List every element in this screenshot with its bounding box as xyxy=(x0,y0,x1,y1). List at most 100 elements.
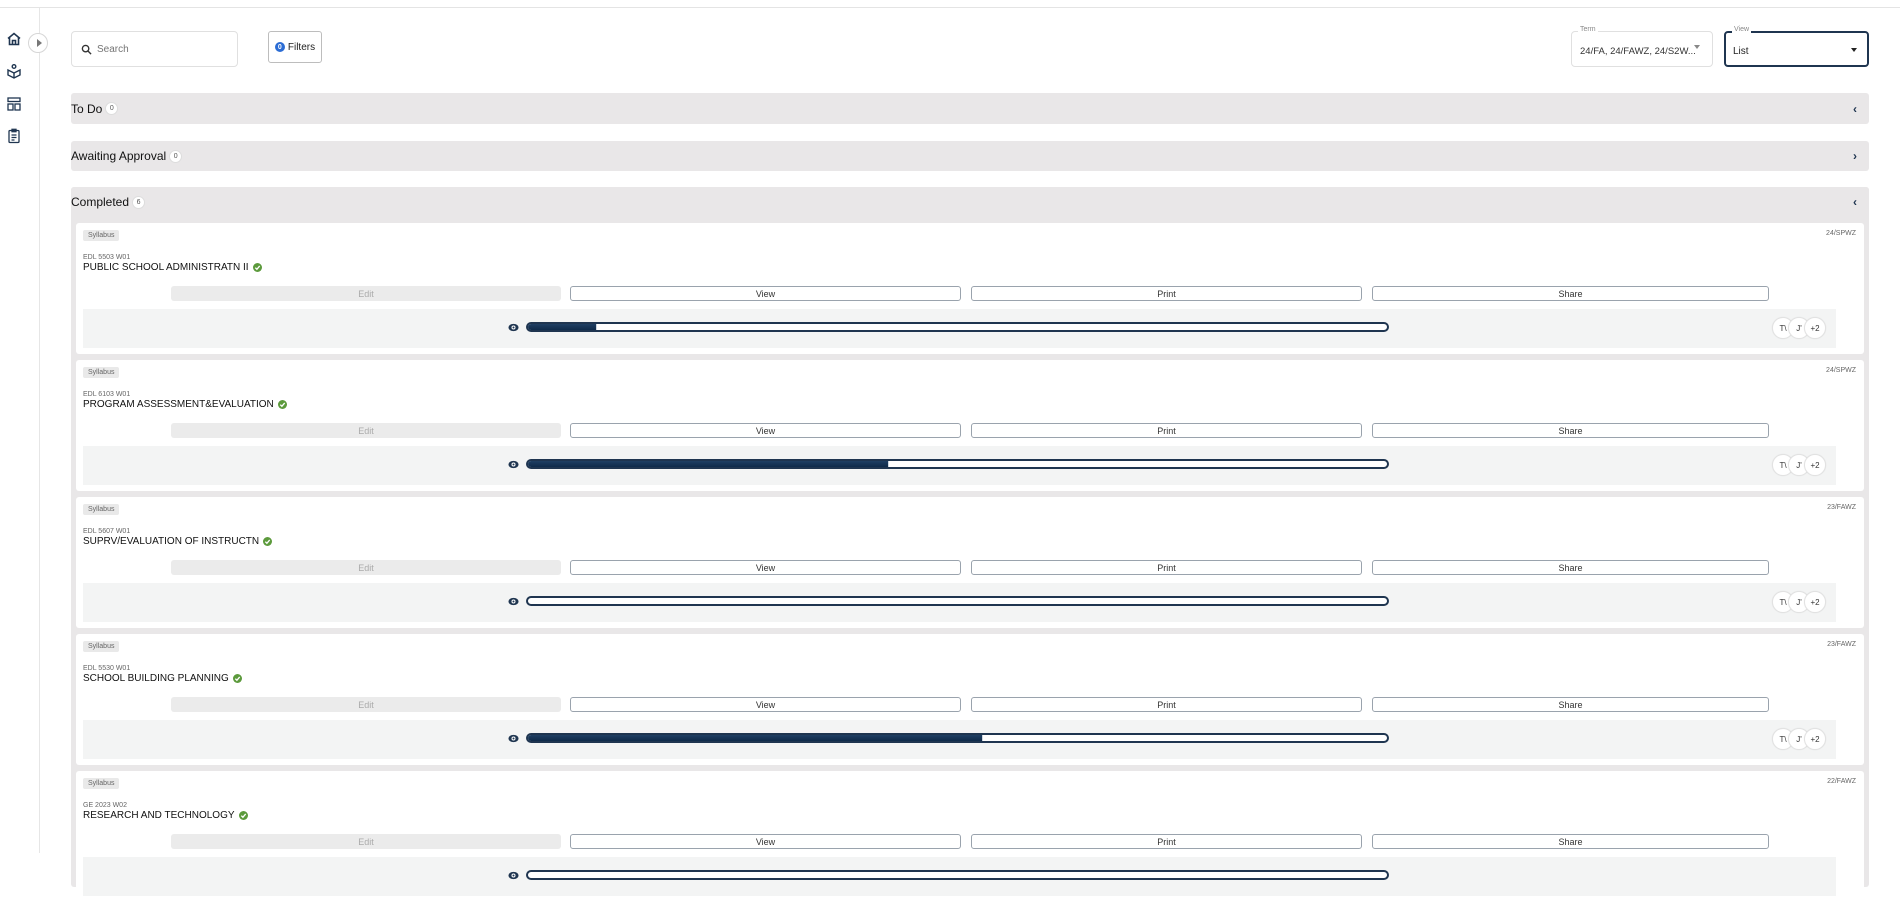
course-name-text: PROGRAM ASSESSMENT&EVALUATION xyxy=(83,399,274,410)
section-to-do[interactable]: To Do 0 ‹ xyxy=(71,93,1869,124)
progress-bar xyxy=(526,733,1389,743)
course-name: PROGRAM ASSESSMENT&EVALUATION xyxy=(83,399,287,410)
avatar[interactable]: +2 xyxy=(1804,454,1826,476)
course-code: EDL 5607 W01 xyxy=(83,528,131,535)
section-awaiting-approval[interactable]: Awaiting Approval 0 › xyxy=(71,141,1869,171)
term-code: 22/FAWZ xyxy=(1827,778,1856,785)
verified-check-icon xyxy=(232,674,242,683)
avatar-group[interactable]: T\ J' +2 xyxy=(1772,317,1826,339)
edit-button[interactable]: Edit xyxy=(171,834,561,849)
chevron-right-icon xyxy=(36,39,42,47)
print-button[interactable]: Print xyxy=(971,834,1362,849)
syllabus-card: Syllabus 22/FAWZ GE 2023 W02 RESEARCH AN… xyxy=(76,771,1864,902)
filters-count-badge: 0 xyxy=(274,42,285,52)
type-tag: Syllabus xyxy=(83,504,120,515)
caret-down-icon xyxy=(1694,45,1700,49)
course-name: SCHOOL BUILDING PLANNING xyxy=(83,673,242,684)
view-button[interactable]: View xyxy=(570,423,961,438)
progress-fill xyxy=(528,324,597,330)
view-select[interactable]: View List xyxy=(1724,26,1869,67)
verified-check-icon xyxy=(252,263,262,272)
progress-bar xyxy=(526,459,1389,469)
term-select[interactable]: Term 24/FA, 24/FAWZ, 24/S2W... xyxy=(1571,26,1713,67)
print-button[interactable]: Print xyxy=(971,286,1362,301)
section-completed-header[interactable]: Completed 6 ‹ xyxy=(71,187,1869,217)
view-label: View xyxy=(1732,26,1752,33)
syllabus-card: Syllabus 24/SPWZ EDL 6103 W01 PROGRAM AS… xyxy=(76,360,1864,491)
caret-down-icon xyxy=(1851,48,1857,52)
progress-tray: T\ J' +2 xyxy=(83,309,1836,348)
view-button[interactable]: View xyxy=(570,697,961,712)
course-name: RESEARCH AND TECHNOLOGY xyxy=(83,810,248,821)
type-tag: Syllabus xyxy=(83,778,120,789)
layout-icon[interactable] xyxy=(6,96,22,112)
progress-bar xyxy=(526,596,1389,606)
course-name-text: RESEARCH AND TECHNOLOGY xyxy=(83,810,235,821)
eye-icon xyxy=(508,734,519,743)
share-button[interactable]: Share xyxy=(1372,834,1769,849)
progress-tray: T\ J' +2 xyxy=(83,446,1836,485)
term-code: 23/FAWZ xyxy=(1827,504,1856,511)
print-button[interactable]: Print xyxy=(971,697,1362,712)
share-button[interactable]: Share xyxy=(1372,423,1769,438)
print-button[interactable]: Print xyxy=(971,560,1362,575)
progress-bar xyxy=(526,870,1389,880)
course-name-text: SUPRV/EVALUATION OF INSTRUCTN xyxy=(83,536,260,547)
share-button[interactable]: Share xyxy=(1372,697,1769,712)
term-code: 24/SPWZ xyxy=(1826,230,1856,237)
section-title: Completed xyxy=(71,195,130,209)
view-button[interactable]: View xyxy=(570,286,961,301)
chevron-left-icon[interactable]: ‹ xyxy=(1853,102,1857,116)
filters-button[interactable]: 0 Filters xyxy=(268,31,322,63)
sidebar xyxy=(0,8,40,853)
share-button[interactable]: Share xyxy=(1372,560,1769,575)
section-count: 6 xyxy=(132,195,146,209)
top-bar xyxy=(0,0,1900,8)
search-box[interactable] xyxy=(71,31,238,67)
view-value: List xyxy=(1733,46,1749,57)
verified-check-icon xyxy=(238,811,248,820)
eye-icon xyxy=(508,323,519,332)
edit-button[interactable]: Edit xyxy=(171,560,561,575)
edit-button[interactable]: Edit xyxy=(171,697,561,712)
verified-check-icon xyxy=(263,537,273,546)
syllabus-card: Syllabus 23/FAWZ EDL 5607 W01 SUPRV/EVAL… xyxy=(76,497,1864,628)
avatar[interactable]: +2 xyxy=(1804,591,1826,613)
expand-sidebar-button[interactable] xyxy=(28,33,48,53)
term-code: 23/FAWZ xyxy=(1827,641,1856,648)
term-value: 24/FA, 24/FAWZ, 24/S2W... xyxy=(1580,46,1696,57)
syllabus-card: Syllabus 23/FAWZ EDL 5530 W01 SCHOOL BUI… xyxy=(76,634,1864,765)
course-code: EDL 5530 W01 xyxy=(83,665,131,672)
eye-icon xyxy=(508,871,519,880)
avatar-group[interactable]: T\ J' +2 xyxy=(1772,454,1826,476)
clipboard-icon[interactable] xyxy=(6,128,22,144)
avatar-group[interactable]: T\ J' +2 xyxy=(1772,728,1826,750)
progress-tray: T\ J' +2 xyxy=(83,583,1836,622)
eye-icon xyxy=(508,460,519,469)
course-name-text: SCHOOL BUILDING PLANNING xyxy=(83,673,229,684)
edit-button[interactable]: Edit xyxy=(171,286,561,301)
avatar-group[interactable]: T\ J' +2 xyxy=(1772,591,1826,613)
view-button[interactable]: View xyxy=(570,560,961,575)
course-code: EDL 6103 W01 xyxy=(83,391,131,398)
chevron-right-icon[interactable]: › xyxy=(1853,149,1857,163)
verified-check-icon xyxy=(277,400,287,409)
progress-fill xyxy=(528,461,889,467)
avatar[interactable]: +2 xyxy=(1804,728,1826,750)
course-code: GE 2023 W02 xyxy=(83,802,127,809)
edit-button[interactable]: Edit xyxy=(171,423,561,438)
share-button[interactable]: Share xyxy=(1372,286,1769,301)
search-input[interactable] xyxy=(97,43,217,55)
chevron-left-icon[interactable]: ‹ xyxy=(1853,195,1857,209)
print-button[interactable]: Print xyxy=(971,423,1362,438)
avatar[interactable]: +2 xyxy=(1804,317,1826,339)
section-completed: Completed 6 ‹ Syllabus 24/SPWZ EDL 5503 … xyxy=(71,187,1869,902)
section-count: 0 xyxy=(105,102,119,115)
filters-label: Filters xyxy=(287,41,316,53)
course-code: EDL 5503 W01 xyxy=(83,254,131,261)
view-button[interactable]: View xyxy=(570,834,961,849)
course-name-text: PUBLIC SCHOOL ADMINISTRATN II xyxy=(83,262,249,273)
home-icon[interactable] xyxy=(6,31,22,47)
type-tag: Syllabus xyxy=(83,641,120,652)
open-book-icon[interactable] xyxy=(6,63,22,79)
